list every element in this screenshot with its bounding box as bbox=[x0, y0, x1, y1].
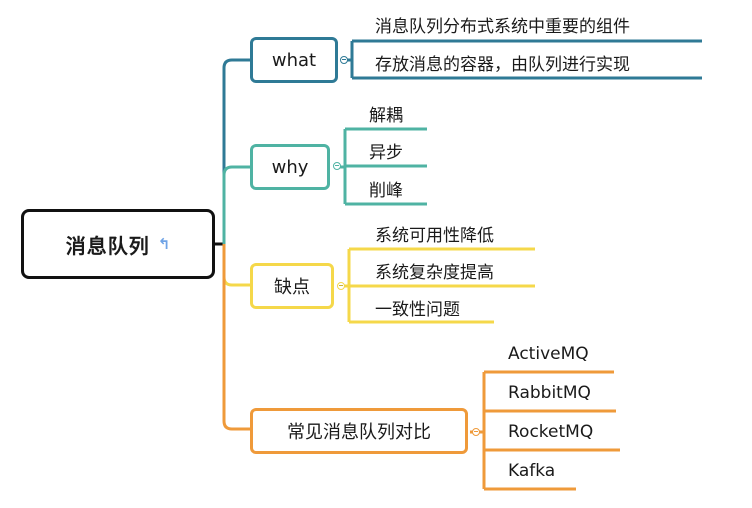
leaf-compare-4[interactable]: Kafka bbox=[508, 461, 555, 481]
topic-what-label: what bbox=[271, 49, 317, 71]
leaf-what-1[interactable]: 消息队列分布式系统中重要的组件 bbox=[375, 12, 630, 37]
branch-cons-line bbox=[222, 244, 250, 287]
root-topic-label: 消息队列 bbox=[65, 233, 150, 258]
root-topic[interactable]: 消息队列 ↰ bbox=[21, 209, 215, 279]
leaf-compare-2[interactable]: RabbitMQ bbox=[508, 383, 591, 403]
collapse-toggle-icon[interactable] bbox=[333, 162, 341, 170]
leaf-compare-3[interactable]: RocketMQ bbox=[508, 422, 593, 442]
leaf-compare-1[interactable]: ActiveMQ bbox=[508, 344, 589, 364]
collapse-toggle-icon[interactable] bbox=[472, 428, 480, 436]
return-arrow-icon[interactable]: ↰ bbox=[158, 235, 171, 253]
topic-why-label: why bbox=[271, 156, 309, 178]
leaf-what-2[interactable]: 存放消息的容器，由队列进行实现 bbox=[375, 50, 630, 75]
collapse-toggle-icon[interactable] bbox=[340, 56, 348, 64]
branch-what-line bbox=[222, 58, 250, 244]
topic-what[interactable]: what bbox=[250, 37, 338, 83]
leaf-cons-3[interactable]: 一致性问题 bbox=[375, 295, 460, 320]
branch-compare-line bbox=[222, 244, 250, 431]
collapse-toggle-icon[interactable] bbox=[337, 282, 345, 290]
topic-cons[interactable]: 缺点 bbox=[250, 263, 334, 309]
branch-why-line bbox=[222, 165, 250, 244]
topic-compare[interactable]: 常见消息队列对比 bbox=[250, 408, 468, 454]
leaf-why-3[interactable]: 削峰 bbox=[369, 176, 403, 201]
topic-compare-label: 常见消息队列对比 bbox=[287, 422, 431, 443]
leaf-why-2[interactable]: 异步 bbox=[369, 138, 403, 163]
leaf-cons-1[interactable]: 系统可用性降低 bbox=[375, 221, 494, 246]
topic-cons-label: 缺点 bbox=[274, 277, 310, 298]
topic-why[interactable]: why bbox=[250, 144, 330, 190]
leaf-why-1[interactable]: 解耦 bbox=[369, 101, 403, 126]
leaf-cons-2[interactable]: 系统复杂度提高 bbox=[375, 258, 494, 283]
